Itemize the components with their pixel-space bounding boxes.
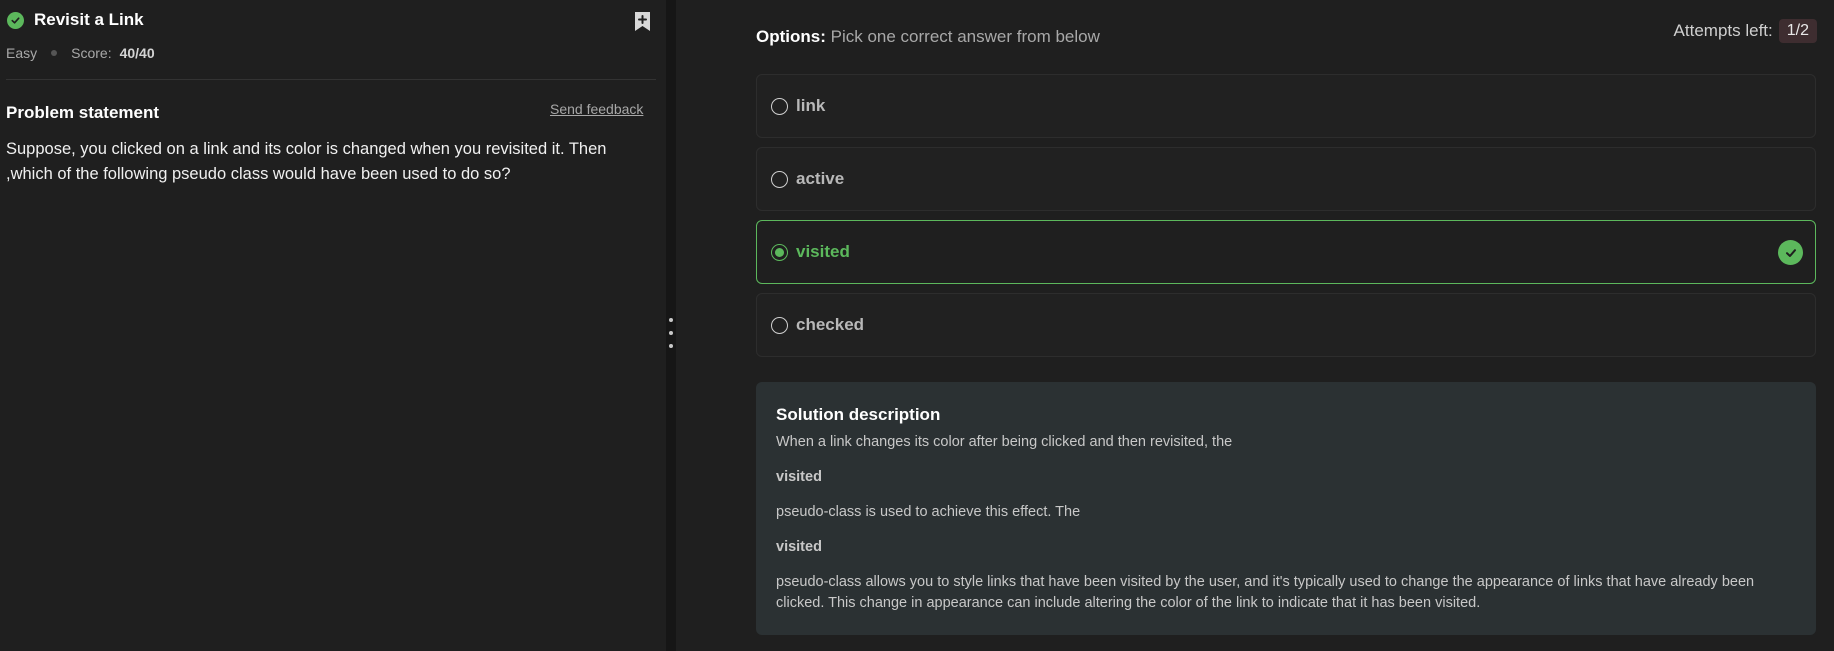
options-instruction: Pick one correct answer from below (830, 27, 1100, 46)
send-feedback-link[interactable]: Send feedback (550, 101, 643, 117)
problem-statement: Suppose, you clicked on a link and its c… (6, 140, 607, 183)
solution-line-1: When a link changes its color after bein… (776, 434, 1233, 450)
panel-resize-handle[interactable] (666, 0, 676, 651)
options-label: Options: (756, 27, 826, 46)
problem-title: Revisit a Link (34, 10, 144, 29)
solution-code-2: visited (776, 539, 822, 555)
solved-check-icon (7, 11, 24, 29)
option-visited[interactable]: visited (756, 220, 1816, 284)
attempts-label: Attempts left: (1673, 21, 1773, 40)
problem-meta: Easy Score: 40/40 (6, 45, 155, 61)
difficulty-label: Easy (6, 45, 38, 61)
option-label: visited (796, 242, 850, 261)
score-label: Score: (71, 45, 112, 61)
solution-line-2: pseudo-class is used to achieve this eff… (776, 504, 1081, 520)
problem-panel: Revisit a Link Easy Score: 40/40 Problem… (0, 0, 666, 651)
correct-check-icon (1778, 240, 1803, 265)
radio-button[interactable] (771, 170, 788, 188)
separator-dot (51, 50, 58, 56)
option-link[interactable]: link (756, 74, 1816, 138)
radio-button[interactable] (771, 316, 788, 334)
solution-line-3: pseudo-class allows you to style links t… (776, 574, 1755, 611)
options-header: Options: Pick one correct answer from be… (756, 27, 1100, 47)
option-label: active (796, 169, 845, 188)
problem-title-row: Revisit a Link (7, 10, 144, 30)
solution-heading: Solution description (776, 405, 941, 424)
attempts-badge: 1/2 (1778, 19, 1817, 43)
answer-panel: Options: Pick one correct answer from be… (676, 0, 1834, 651)
attempts-indicator: Attempts left: 1/2 (1674, 19, 1817, 43)
bookmark-add-icon[interactable] (633, 11, 652, 32)
solution-panel: Solution description When a link changes… (756, 382, 1816, 635)
radio-button-selected[interactable] (771, 243, 788, 261)
drag-handle-icon (669, 318, 673, 348)
option-label: link (796, 96, 826, 115)
option-active[interactable]: active (756, 147, 1816, 211)
divider-line (6, 79, 656, 80)
radio-button[interactable] (771, 97, 788, 115)
statement-heading: Problem statement (6, 103, 160, 122)
solution-code-1: visited (776, 469, 822, 485)
score-value: 40/40 (119, 45, 155, 61)
option-label: checked (796, 315, 865, 334)
option-checked[interactable]: checked (756, 293, 1816, 357)
